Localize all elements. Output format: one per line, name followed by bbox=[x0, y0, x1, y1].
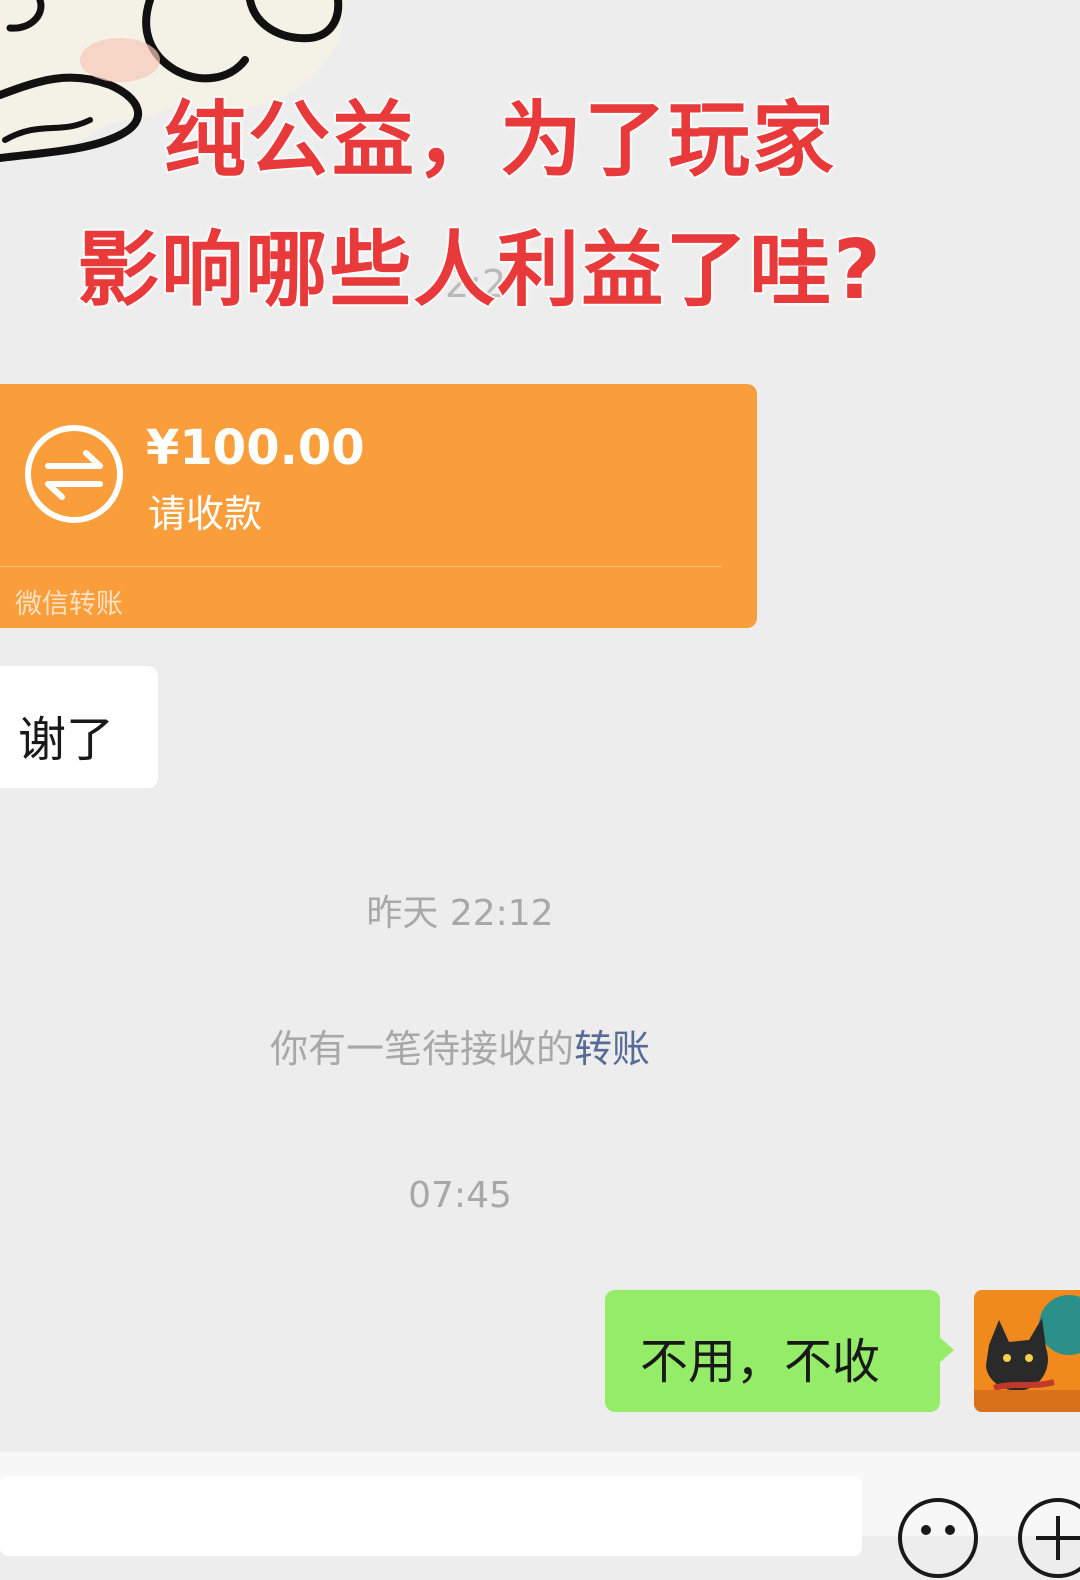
transfer-status: 请收款 bbox=[148, 492, 263, 536]
transfer-amount: ¥100.00 bbox=[146, 420, 365, 476]
system-notice-text: 你有一笔待接收的 bbox=[269, 1027, 574, 1071]
emoji-icon[interactable] bbox=[896, 1496, 980, 1580]
transfer-footer-label: 微信转账 bbox=[15, 589, 123, 620]
message-input[interactable] bbox=[0, 1476, 862, 1556]
user-avatar[interactable] bbox=[974, 1290, 1080, 1412]
bubble-tail bbox=[938, 1336, 954, 1364]
transfer-link[interactable]: 转账 bbox=[574, 1027, 650, 1071]
incoming-message-text: 谢了 bbox=[18, 712, 115, 768]
card-divider bbox=[0, 566, 722, 567]
transfer-arrows-icon bbox=[25, 425, 123, 523]
timestamp: 昨天 22:12 bbox=[366, 893, 554, 934]
overlay-caption-line-2: 影响哪些人利益了哇? bbox=[76, 223, 883, 318]
timestamp: 07:45 bbox=[408, 1175, 512, 1216]
plus-icon[interactable] bbox=[1016, 1496, 1080, 1580]
overlay-caption-line-1: 纯公益，为了玩家 bbox=[162, 93, 836, 188]
system-notice: 你有一笔待接收的转账 bbox=[0, 1018, 920, 1073]
outgoing-message-text: 不用，不收 bbox=[640, 1334, 881, 1390]
